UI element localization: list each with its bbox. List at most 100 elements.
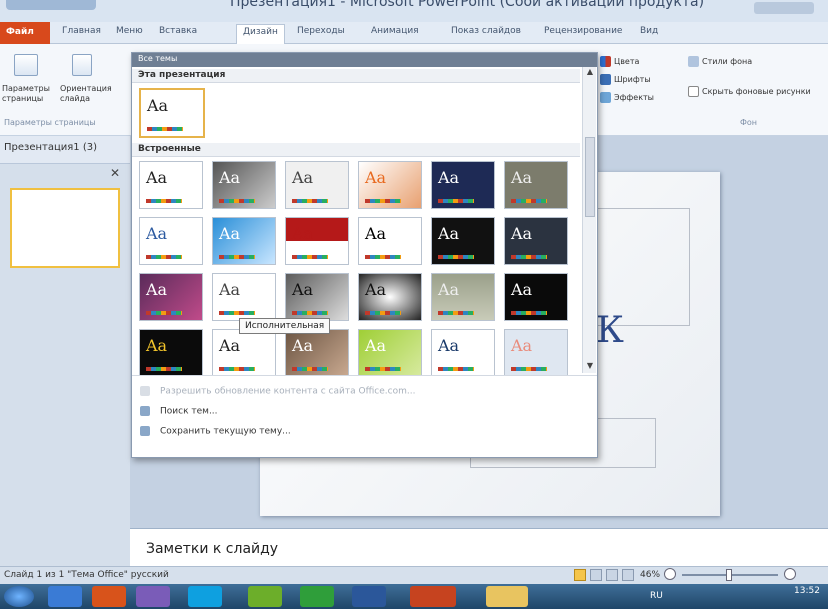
title-bar: Презентация1 - Microsoft PowerPoint (Сбо… xyxy=(0,0,828,22)
tab-transitions[interactable]: Переходы xyxy=(297,26,345,36)
word-icon[interactable] xyxy=(352,586,386,607)
tab-slideshow[interactable]: Показ слайдов xyxy=(451,26,521,36)
clock[interactable]: 13:52 xyxy=(794,586,820,596)
theme-6[interactable]: Aa xyxy=(504,161,568,209)
zoom-level[interactable]: 46% xyxy=(640,570,660,580)
theme-19[interactable]: Aa xyxy=(139,329,203,377)
theme-21[interactable]: Aa xyxy=(285,329,349,377)
theme-preview-text: Aa xyxy=(365,336,387,355)
zoom-out-icon[interactable] xyxy=(664,568,676,580)
tab-review[interactable]: Рецензирование xyxy=(544,26,622,36)
effects-label: Эффекты xyxy=(614,93,654,102)
theme-17[interactable]: Aa xyxy=(431,273,495,321)
theme-color-bar xyxy=(146,367,182,371)
colors-label: Цвета xyxy=(614,57,640,66)
theme-8[interactable]: Aa xyxy=(212,217,276,265)
tab-view[interactable]: Вид xyxy=(640,26,658,36)
hide-bg-checkbox[interactable]: Скрыть фоновые рисунки xyxy=(688,86,811,97)
tab-design[interactable]: Дизайн xyxy=(236,24,285,44)
theme-color-bar xyxy=(365,255,401,259)
theme-13[interactable]: Aa xyxy=(139,273,203,321)
theme-3[interactable]: Aa xyxy=(285,161,349,209)
theme-1[interactable]: Aa xyxy=(139,161,203,209)
panel-tabs: Презентация1 (3) xyxy=(0,136,130,164)
theme-12[interactable]: Aa xyxy=(504,217,568,265)
theme-color-bar xyxy=(146,311,182,315)
window-controls[interactable] xyxy=(754,2,814,14)
theme-color-bar xyxy=(219,367,255,371)
quick-access-toolbar[interactable] xyxy=(6,0,96,10)
zoom-in-icon[interactable] xyxy=(784,568,796,580)
theme-preview-text: Aa xyxy=(219,336,241,355)
colors-icon xyxy=(600,56,611,67)
folder-icon[interactable] xyxy=(486,586,528,607)
tab-animations[interactable]: Анимация xyxy=(371,26,419,36)
scroll-up-icon[interactable]: ▲ xyxy=(584,67,596,79)
app-icon[interactable] xyxy=(248,586,282,607)
theme-9[interactable]: Aa xyxy=(285,217,349,265)
slide-thumbnail[interactable] xyxy=(10,188,120,268)
theme-preview-text: Aa xyxy=(438,336,460,355)
checkbox-icon xyxy=(688,86,699,97)
save-theme-icon xyxy=(140,426,150,436)
tab-home[interactable]: Главная xyxy=(62,26,101,36)
fonts-icon xyxy=(600,74,611,85)
utorrent-icon[interactable] xyxy=(300,586,334,607)
theme-11[interactable]: Aa xyxy=(431,217,495,265)
reading-view-icon[interactable] xyxy=(606,569,618,581)
hide-bg-label: Скрыть фоновые рисунки xyxy=(702,87,811,96)
tab-insert[interactable]: Вставка xyxy=(159,26,197,36)
theme-color-bar xyxy=(146,255,182,259)
theme-5[interactable]: Aa xyxy=(431,161,495,209)
tab-file[interactable]: Файл xyxy=(0,22,50,44)
scroll-down-icon[interactable]: ▼ xyxy=(584,361,596,373)
theme-20[interactable]: Aa xyxy=(212,329,276,377)
start-button-icon[interactable] xyxy=(4,586,34,607)
slideshow-view-icon[interactable] xyxy=(622,569,634,581)
sorter-view-icon[interactable] xyxy=(590,569,602,581)
chrome-icon[interactable] xyxy=(92,586,126,607)
theme-16[interactable]: Aa xyxy=(358,273,422,321)
effects-button[interactable]: Эффекты xyxy=(600,92,654,103)
theme-15[interactable]: Aa xyxy=(285,273,349,321)
lang-indicator[interactable]: RU xyxy=(650,591,663,601)
normal-view-icon[interactable] xyxy=(574,569,586,581)
folder-search-icon xyxy=(140,406,150,416)
colors-button[interactable]: Цвета xyxy=(600,56,639,67)
orientation-icon[interactable] xyxy=(72,54,92,76)
status-text: Слайд 1 из 1 "Тема Office" русский xyxy=(4,570,169,580)
close-panel-icon[interactable]: ✕ xyxy=(110,166,120,180)
theme-preview-text: Aa xyxy=(365,280,387,299)
bg-styles-button[interactable]: Стили фона xyxy=(688,56,752,67)
powerpoint-icon[interactable] xyxy=(410,586,456,607)
theme-18[interactable]: Aa xyxy=(504,273,568,321)
orientation-button[interactable]: Ориентация слайда xyxy=(60,84,116,104)
gallery-scrollbar[interactable]: ▲ ▼ xyxy=(582,67,596,373)
tab-menu[interactable]: Меню xyxy=(116,26,143,36)
theme-24[interactable]: Aa xyxy=(504,329,568,377)
theme-4[interactable]: Aa xyxy=(358,161,422,209)
theme-2[interactable]: Aa xyxy=(212,161,276,209)
section-builtin: Встроенные xyxy=(132,143,580,157)
theme-color-bar xyxy=(511,311,547,315)
page-setup-button[interactable]: Параметры страницы xyxy=(2,84,62,104)
theme-10[interactable]: Aa xyxy=(358,217,422,265)
theme-7[interactable]: Aa xyxy=(139,217,203,265)
save-theme-item[interactable]: Сохранить текущую тему... xyxy=(140,426,291,437)
scroll-thumb[interactable] xyxy=(585,137,595,217)
panel-tab-label[interactable]: Презентация1 (3) xyxy=(4,142,97,153)
zoom-slider-thumb[interactable] xyxy=(726,569,732,581)
theme-14[interactable]: Aa xyxy=(212,273,276,321)
mail-icon[interactable] xyxy=(136,586,170,607)
skype-icon[interactable] xyxy=(188,586,222,607)
theme-22[interactable]: Aa xyxy=(358,329,422,377)
gallery-header-label[interactable]: Все темы xyxy=(138,54,177,63)
theme-current[interactable]: Aa xyxy=(139,88,205,138)
browse-themes-item[interactable]: Поиск тем... xyxy=(140,406,218,417)
theme-23[interactable]: Aa xyxy=(431,329,495,377)
fonts-button[interactable]: Шрифты xyxy=(600,74,651,85)
page-setup-icon[interactable] xyxy=(14,54,38,76)
taskbar: RU 13:52 xyxy=(0,584,828,609)
ie-icon[interactable] xyxy=(48,586,82,607)
notes-pane[interactable]: Заметки к слайду xyxy=(130,528,828,566)
